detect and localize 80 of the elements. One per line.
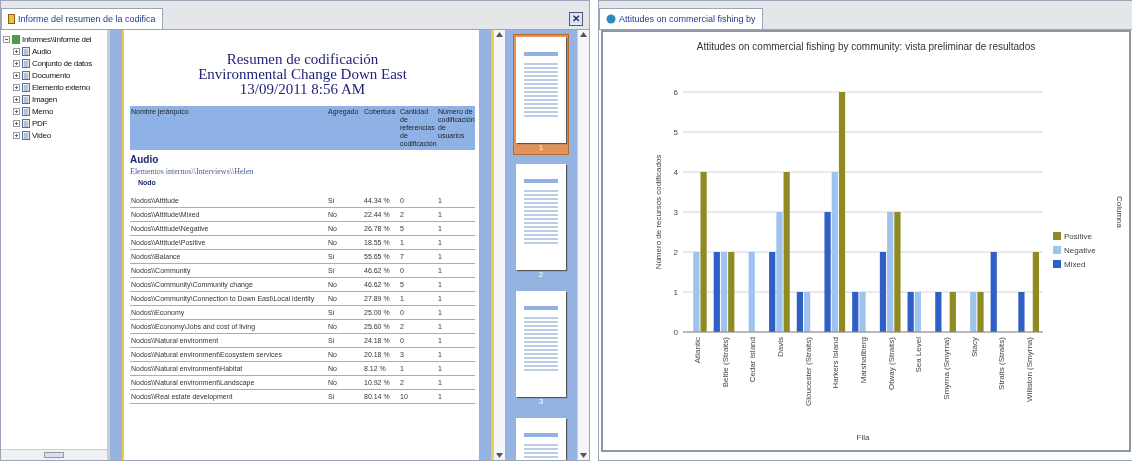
x-tick-label: Otway (Straits)	[886, 337, 896, 390]
scroll-thumb-icon	[44, 452, 64, 458]
expand-icon	[13, 48, 20, 55]
tree-item[interactable]: Conjunto de datos	[32, 59, 92, 68]
report-title: Environmental Change Down East	[197, 67, 408, 82]
page-number: 1	[538, 143, 544, 154]
scroll-up-icon	[496, 32, 503, 37]
scroll-down-icon	[580, 453, 587, 458]
legend-swatch	[1053, 246, 1061, 254]
page-number: 3	[538, 397, 544, 408]
expand-icon	[13, 60, 20, 67]
section-heading: Audio	[130, 154, 160, 165]
x-tick-label: Williston (Smyrna)	[1025, 337, 1035, 402]
source-path: Elementos internos\\Interviews\\Helen	[130, 167, 255, 176]
expand-icon	[13, 96, 20, 103]
close-button[interactable]: ✕	[569, 12, 583, 26]
document-icon	[22, 95, 30, 104]
legend-label: Negative	[1064, 246, 1096, 255]
document-icon	[22, 47, 30, 56]
report-icon	[8, 14, 15, 24]
y-tick-label: 5	[673, 128, 678, 137]
tree-item[interactable]: Audio	[32, 47, 51, 56]
y-tick-label: 6	[673, 88, 678, 97]
bar	[935, 292, 942, 332]
report-title: Resumen de codificación	[225, 52, 380, 67]
legend-label: Mixed	[1064, 260, 1086, 269]
tree-item[interactable]: Elemento externo	[32, 83, 90, 92]
chart-title: Attitudes on commercial fishing by community: vista preliminar de resultados	[696, 41, 1036, 52]
document-icon	[22, 83, 30, 92]
scroll-down-icon	[496, 453, 503, 458]
y-axis-label: Número de recursos codificados	[654, 154, 663, 270]
document-icon	[22, 59, 30, 68]
x-tick-label: Harkers Island	[831, 337, 841, 389]
expand-icon	[13, 132, 20, 139]
x-axis-label: Fila	[856, 433, 870, 442]
x-tick-label: Straits (Straits)	[997, 337, 1007, 390]
document-icon	[22, 71, 30, 80]
bar	[1018, 292, 1025, 332]
x-tick-label: Stacy	[969, 337, 979, 357]
x-tick-label: Marshallberg	[859, 337, 868, 384]
document-icon	[22, 107, 30, 116]
expand-icon	[13, 120, 20, 127]
document-icon	[22, 119, 30, 128]
scroll-up-icon	[580, 32, 587, 37]
y-tick-label: 4	[673, 168, 678, 177]
document-tab[interactable]: Informe del resumen de la codifica	[1, 8, 163, 29]
y-tick-label: 2	[673, 248, 678, 257]
x-tick-label: Beltie (Straits)	[720, 337, 730, 388]
x-tick-label: Gloucester (Straits)	[803, 337, 813, 406]
legend-swatch	[1053, 260, 1061, 268]
x-tick-label: Cedar Island	[748, 337, 758, 383]
horizontal-scrollbar[interactable]	[1, 449, 107, 460]
tree-item[interactable]: Video	[32, 131, 51, 140]
folder-icon	[12, 35, 20, 44]
tree-item[interactable]: Memo	[32, 107, 54, 116]
expand-icon	[13, 84, 20, 91]
expand-icon	[13, 72, 20, 79]
legend-label: Positive	[1064, 232, 1092, 241]
vertical-scrollbar[interactable]	[493, 30, 505, 460]
legend-title: Columna	[1115, 196, 1124, 228]
expand-icon	[13, 108, 20, 115]
page-number: 2	[538, 270, 544, 281]
tree-item[interactable]: Imagen	[32, 95, 57, 104]
y-tick-label: 1	[673, 288, 678, 297]
x-tick-label: Sea Level	[914, 337, 924, 373]
tree-item[interactable]: Informes\\Informe del	[22, 35, 92, 44]
vertical-scrollbar[interactable]	[577, 30, 589, 460]
document-icon	[22, 131, 30, 140]
x-tick-label: Atlantic	[692, 337, 702, 364]
chart-icon	[606, 14, 616, 24]
y-tick-label: 3	[673, 208, 678, 217]
tree-item[interactable]: PDF	[32, 119, 48, 128]
tree-item[interactable]: Documento	[32, 71, 71, 80]
x-tick-label: Davis	[775, 337, 785, 357]
report-title: 13/09/2011 8:56 AM	[238, 82, 367, 97]
bar	[949, 292, 956, 332]
x-tick-label: Smyrna (Smyrna)	[942, 337, 952, 400]
chart-tab[interactable]: Attitudes on commercial fishing by	[599, 8, 763, 29]
y-tick-label: 0	[673, 328, 678, 337]
legend-swatch	[1053, 232, 1061, 240]
